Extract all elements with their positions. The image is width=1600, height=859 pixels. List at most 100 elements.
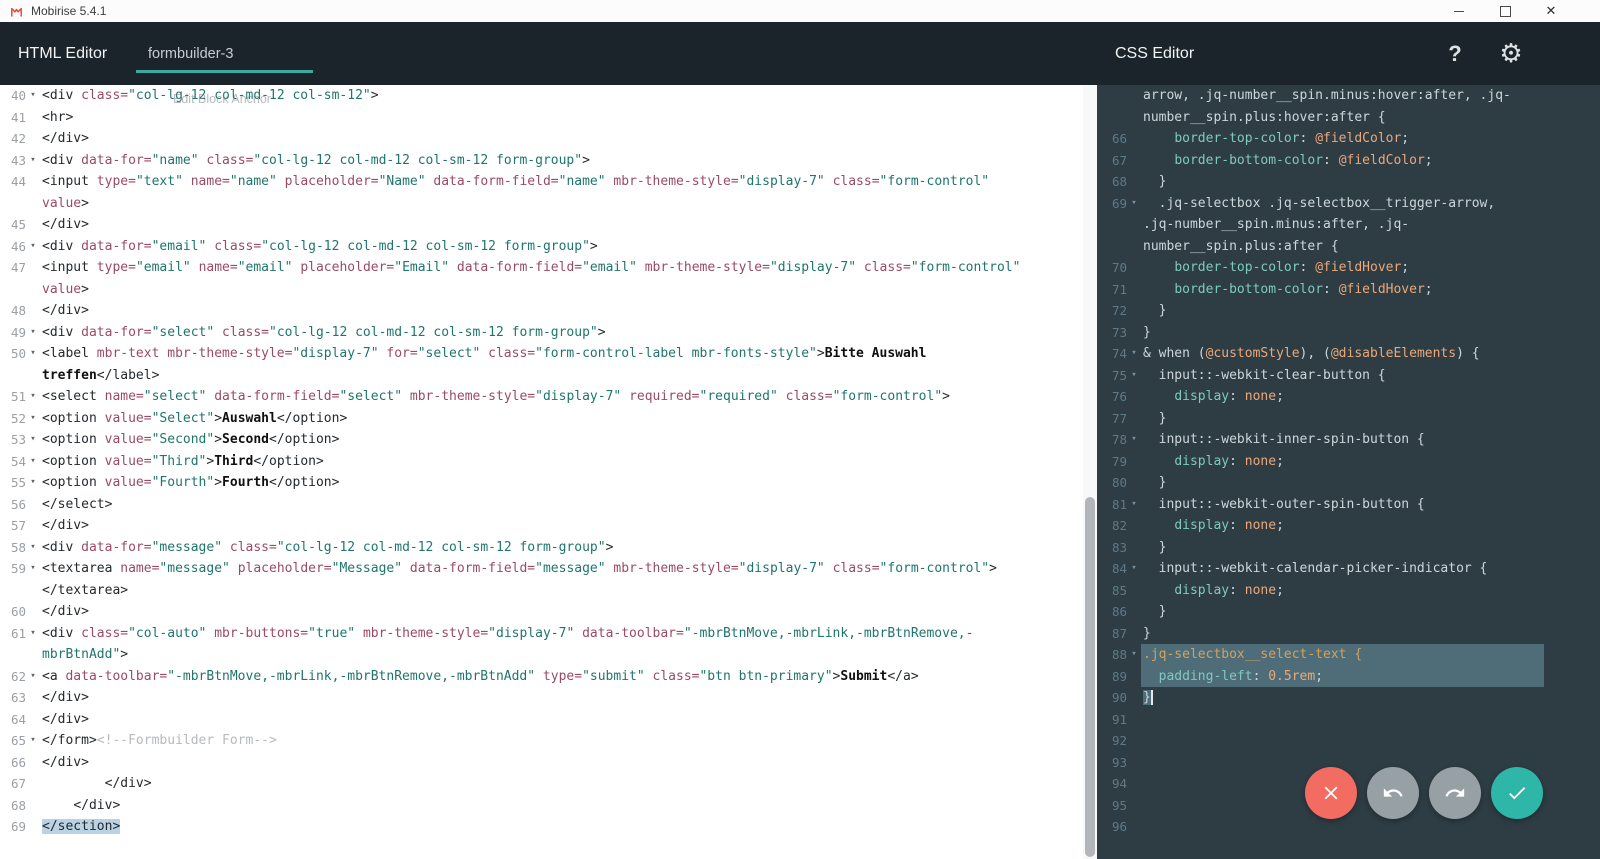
code-line: </div> — [40, 300, 1083, 322]
fold-arrow-icon[interactable]: ▾ — [26, 472, 40, 494]
fold-arrow-icon[interactable]: ▾ — [26, 429, 40, 451]
fold-arrow-icon[interactable]: ▾ — [1127, 644, 1141, 666]
line-number: 70 — [1097, 257, 1127, 279]
line-number: 93 — [1097, 752, 1127, 774]
code-line: treffen</label> — [40, 365, 1083, 387]
line-number: 61 — [0, 623, 26, 645]
undo-arrow-icon — [1382, 782, 1404, 804]
code-row: 61▾<div class="col-auto" mbr-buttons="tr… — [0, 623, 1083, 645]
gutter: 65▾ — [0, 730, 40, 752]
html-code-area[interactable]: 40▾<div class="col-lg-12 col-md-12 col-s… — [0, 85, 1083, 859]
fold-spacer — [1127, 451, 1141, 473]
fold-arrow-icon[interactable]: ▾ — [26, 343, 40, 365]
discard-changes-button[interactable] — [1305, 767, 1357, 819]
gutter — [1097, 107, 1141, 129]
code-line: arrow, .jq-number__spin.minus:hover:afte… — [1141, 85, 1544, 107]
fold-arrow-icon[interactable]: ▾ — [26, 623, 40, 645]
gutter: 56 — [0, 494, 40, 516]
code-line: border-top-color: @fieldHover; — [1141, 257, 1544, 279]
line-number: 50 — [0, 343, 26, 365]
fold-arrow-icon[interactable]: ▾ — [26, 558, 40, 580]
line-number: 76 — [1097, 386, 1127, 408]
fold-arrow-icon[interactable]: ▾ — [26, 150, 40, 172]
code-line: <label mbr-text mbr-theme-style="display… — [40, 343, 1083, 365]
code-row: 73} — [1097, 322, 1600, 344]
line-number: 72 — [1097, 300, 1127, 322]
line-number: 96 — [1097, 816, 1127, 838]
code-row: 86 } — [1097, 601, 1600, 623]
code-line: } — [1141, 472, 1544, 494]
fold-arrow-icon[interactable]: ▾ — [26, 408, 40, 430]
settings-button[interactable]: ⚙ — [1494, 22, 1528, 85]
fold-spacer — [1127, 214, 1141, 236]
code-line: <select name="select" data-form-field="s… — [40, 386, 1083, 408]
fold-spacer — [1127, 515, 1141, 537]
code-line: </form><!--Formbuilder Form--> — [40, 730, 1083, 752]
code-row: 92 — [1097, 730, 1600, 752]
fold-arrow-icon[interactable]: ▾ — [26, 537, 40, 559]
fold-arrow-icon[interactable]: ▾ — [1127, 558, 1141, 580]
fold-arrow-icon[interactable]: ▾ — [1127, 494, 1141, 516]
line-number: 40 — [0, 85, 26, 107]
code-row: 69</section> — [0, 816, 1083, 838]
undo-button[interactable] — [1367, 767, 1419, 819]
line-number: 46 — [0, 236, 26, 258]
minimize-button[interactable] — [1436, 0, 1482, 22]
code-line: .jq-number__spin.minus:after, .jq- — [1141, 214, 1544, 236]
css-code-area[interactable]: arrow, .jq-number__spin.minus:hover:afte… — [1097, 85, 1600, 859]
gutter: 63 — [0, 687, 40, 709]
fold-spacer — [1127, 236, 1141, 258]
gutter: 83 — [1097, 537, 1141, 559]
gutter: 75▾ — [1097, 365, 1141, 387]
code-line: border-bottom-color: @fieldHover; — [1141, 279, 1544, 301]
maximize-button[interactable] — [1482, 0, 1528, 22]
code-line: <hr> — [40, 107, 1083, 129]
fold-arrow-icon[interactable]: ▾ — [1127, 429, 1141, 451]
redo-button[interactable] — [1429, 767, 1481, 819]
line-number: 80 — [1097, 472, 1127, 494]
line-number: 59 — [0, 558, 26, 580]
code-row: 62▾<a data-toolbar="-mbrBtnMove,-mbrLink… — [0, 666, 1083, 688]
html-editor-scrollbar[interactable] — [1083, 85, 1097, 859]
code-row: </textarea> — [0, 580, 1083, 602]
header: HTML Editor formbuilder-3 CSS Editor ? ⚙ — [0, 22, 1600, 85]
fold-arrow-icon[interactable]: ▾ — [26, 322, 40, 344]
fold-arrow-icon[interactable]: ▾ — [26, 451, 40, 473]
fold-arrow-icon[interactable]: ▾ — [26, 85, 40, 107]
code-row: 51▾<select name="select" data-form-field… — [0, 386, 1083, 408]
help-icon: ? — [1448, 41, 1461, 67]
line-number: 56 — [0, 494, 26, 516]
minimize-icon — [1454, 11, 1464, 12]
line-number — [0, 365, 26, 387]
line-number: 62 — [0, 666, 26, 688]
line-number: 68 — [1097, 171, 1127, 193]
app-logo-icon — [10, 5, 23, 18]
code-line: mbrBtnAdd"> — [40, 644, 1083, 666]
fold-spacer — [26, 193, 40, 215]
code-line: </div> — [40, 687, 1083, 709]
editors-content: Edit Block Anchor 40▾<div class="col-lg-… — [0, 85, 1600, 859]
fold-arrow-icon[interactable]: ▾ — [1127, 193, 1141, 215]
fold-arrow-icon[interactable]: ▾ — [26, 386, 40, 408]
html-editor-pane: Edit Block Anchor 40▾<div class="col-lg-… — [0, 85, 1097, 859]
code-row: number__spin.plus:hover:after { — [1097, 107, 1600, 129]
code-line: </textarea> — [40, 580, 1083, 602]
scrollbar-thumb[interactable] — [1085, 497, 1095, 857]
fold-spacer — [1127, 709, 1141, 731]
fold-arrow-icon[interactable]: ▾ — [1127, 365, 1141, 387]
help-button[interactable]: ? — [1438, 22, 1472, 85]
code-row: 91 — [1097, 709, 1600, 731]
fold-arrow-icon[interactable]: ▾ — [1127, 343, 1141, 365]
code-row: 58▾<div data-for="message" class="col-lg… — [0, 537, 1083, 559]
fold-arrow-icon[interactable]: ▾ — [26, 236, 40, 258]
close-window-button[interactable]: ✕ — [1528, 0, 1574, 22]
gutter: 69 — [0, 816, 40, 838]
code-row: 53▾<option value="Second">Second</option… — [0, 429, 1083, 451]
fold-arrow-icon[interactable]: ▾ — [26, 730, 40, 752]
tab-formbuilder-3[interactable]: formbuilder-3 — [136, 22, 313, 85]
close-icon — [1320, 782, 1342, 804]
gutter: 87 — [1097, 623, 1141, 645]
save-changes-button[interactable] — [1491, 767, 1543, 819]
fold-arrow-icon[interactable]: ▾ — [26, 666, 40, 688]
gutter: 52▾ — [0, 408, 40, 430]
